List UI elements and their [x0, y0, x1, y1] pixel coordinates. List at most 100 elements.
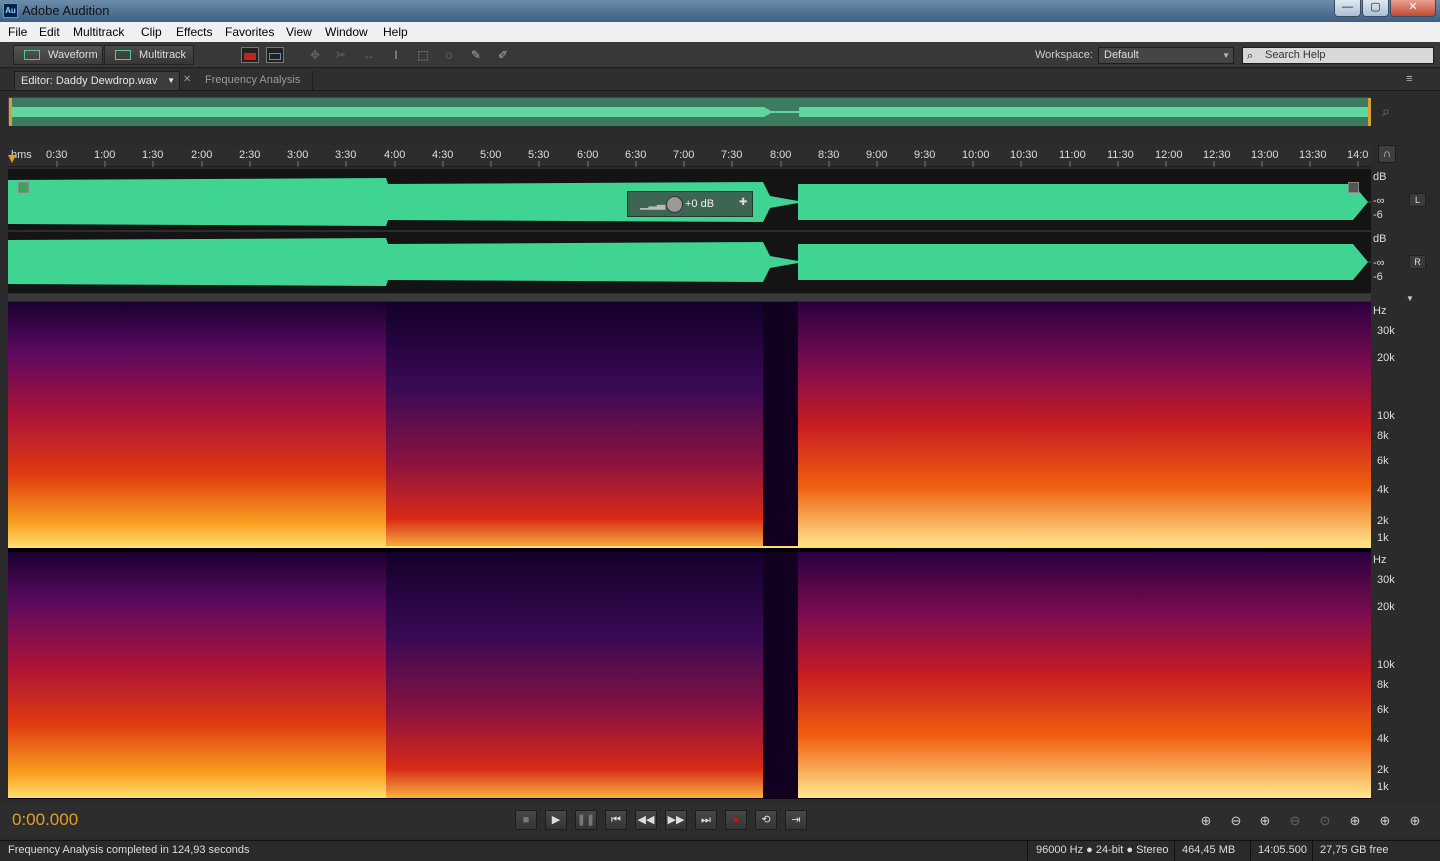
menu-favorites[interactable]: Favorites: [225, 25, 274, 39]
freq-tick: 30k: [1377, 325, 1395, 337]
zoom-in-at-end-icon[interactable]: ⊕: [1375, 812, 1395, 830]
lasso-tool-icon[interactable]: ◌: [440, 47, 458, 63]
spot-healing-tool-icon[interactable]: ✐: [494, 47, 512, 63]
zoom-in-time-icon[interactable]: ⊕: [1255, 812, 1275, 830]
chevron-down-icon[interactable]: ▼: [1406, 294, 1414, 303]
menu-window[interactable]: Window: [325, 25, 368, 39]
workspace-value: Default: [1104, 49, 1139, 61]
search-placeholder: Search Help: [1265, 49, 1326, 61]
search-help-input[interactable]: ⌕ Search Help: [1242, 47, 1434, 64]
skip-selection-button[interactable]: ⇥: [785, 810, 807, 830]
panel-tab-bar: Editor: Daddy Dewdrop.wav ▼ ✕ Frequency …: [0, 69, 1440, 91]
splitter-handle[interactable]: [8, 294, 1371, 301]
multitrack-view-button[interactable]: Multitrack: [104, 45, 194, 65]
play-button[interactable]: ▶: [545, 810, 567, 830]
db-inf-label: -∞: [1373, 257, 1385, 269]
level-meter-icon: ▁▂▃: [640, 198, 666, 210]
right-channel-toggle[interactable]: R: [1409, 255, 1426, 269]
hud-gain-value: +0 dB: [685, 198, 715, 210]
freq-tick: 10k: [1377, 410, 1395, 422]
close-tab-icon[interactable]: ✕: [183, 74, 191, 85]
fade-out-handle-icon[interactable]: [1348, 182, 1359, 193]
chevron-down-icon[interactable]: ▼: [167, 72, 175, 90]
timecode-display[interactable]: 0:00.000: [12, 810, 78, 830]
status-divider: [1250, 841, 1251, 861]
freq-tick: 20k: [1377, 601, 1395, 613]
pause-button[interactable]: ❚❚: [575, 810, 597, 830]
time-ruler[interactable]: hms 0:30 1:00 1:30 2:00 2:30 3:00 3:30 4…: [8, 145, 1370, 167]
zoom-out-full-icon[interactable]: ⊙: [1315, 812, 1335, 830]
freq-tick: 8k: [1377, 430, 1389, 442]
status-disk-free: 27,75 GB free: [1320, 844, 1389, 856]
freq-tick: 2k: [1377, 764, 1389, 776]
maximize-button[interactable]: ▢: [1362, 0, 1389, 17]
volume-knob-icon[interactable]: [666, 196, 683, 213]
search-icon: ⌕: [1247, 50, 1254, 62]
db-minus6-label: -6: [1373, 271, 1383, 283]
skip-to-start-button[interactable]: ⏮: [605, 810, 627, 830]
status-bar: Frequency Analysis completed in 124,93 s…: [0, 840, 1440, 861]
move-tool-icon[interactable]: ✥: [306, 47, 324, 63]
multitrack-label: Multitrack: [139, 49, 187, 61]
brush-tool-icon[interactable]: ✎: [467, 47, 485, 63]
slip-tool-icon[interactable]: ↔: [360, 47, 378, 63]
zoom-overview-icon[interactable]: ⌕: [1382, 103, 1390, 120]
close-button[interactable]: ✕: [1390, 0, 1436, 17]
panel-menu-icon[interactable]: ≡: [1406, 73, 1412, 85]
spectral-frequency-display-button[interactable]: [241, 47, 259, 63]
overview-waveform-graphic: [9, 98, 1371, 126]
menu-file[interactable]: File: [8, 25, 27, 39]
multitrack-icon: [115, 50, 131, 60]
skip-to-end-button[interactable]: ⏭: [695, 810, 717, 830]
razor-tool-icon[interactable]: ✂: [332, 47, 350, 63]
menu-multitrack[interactable]: Multitrack: [73, 25, 124, 39]
hz-label: Hz: [1373, 305, 1387, 317]
status-divider: [1174, 841, 1175, 861]
tab-frequency-analysis[interactable]: Frequency Analysis: [199, 71, 313, 91]
fade-in-handle-icon[interactable]: [18, 182, 29, 193]
rewind-button[interactable]: ◀◀: [635, 810, 657, 830]
menu-effects[interactable]: Effects: [176, 25, 212, 39]
zoom-in-at-start-icon[interactable]: ⊕: [1345, 812, 1365, 830]
right-spectrogram[interactable]: [8, 552, 1371, 798]
hud-volume[interactable]: ▁▂▃ +0 dB ✚: [627, 191, 753, 217]
snap-headphones-icon[interactable]: ∩: [1378, 145, 1396, 163]
status-format: 96000 Hz ● 24-bit ● Stereo: [1036, 844, 1169, 856]
waveform-overview[interactable]: [8, 97, 1371, 126]
time-selection-tool-icon[interactable]: I: [387, 47, 405, 63]
menu-view[interactable]: View: [286, 25, 312, 39]
zoom-out-time-icon[interactable]: ⊖: [1285, 812, 1305, 830]
left-spectrogram[interactable]: [8, 302, 1371, 548]
pin-icon[interactable]: ✚: [739, 197, 747, 208]
waveform-display[interactable]: ▁▂▃ +0 dB ✚: [8, 169, 1371, 293]
freq-tick: 2k: [1377, 515, 1389, 527]
zoom-out-amplitude-icon[interactable]: ⊖: [1226, 812, 1246, 830]
tab-editor[interactable]: Editor: Daddy Dewdrop.wav ▼: [14, 71, 180, 91]
left-channel-toggle[interactable]: L: [1409, 193, 1426, 207]
record-button[interactable]: ●: [725, 810, 747, 830]
freq-tick: 8k: [1377, 679, 1389, 691]
hz-label: Hz: [1373, 554, 1387, 566]
zoom-in-amplitude-icon[interactable]: ⊕: [1196, 812, 1216, 830]
menu-clip[interactable]: Clip: [141, 25, 162, 39]
freq-tick: 6k: [1377, 455, 1389, 467]
waveform-view-button[interactable]: Waveform: [13, 45, 103, 65]
chevron-down-icon: ▼: [1222, 51, 1230, 60]
menu-edit[interactable]: Edit: [39, 25, 60, 39]
marquee-tool-icon[interactable]: ⬚: [414, 47, 432, 63]
minimize-button[interactable]: —: [1334, 0, 1361, 17]
spectral-display[interactable]: [8, 302, 1371, 799]
stop-button[interactable]: ■: [515, 810, 537, 830]
menu-help[interactable]: Help: [383, 25, 408, 39]
freq-tick: 10k: [1377, 659, 1395, 671]
right-spectrogram-graphic: [8, 552, 1371, 798]
loop-playback-button[interactable]: ⟲: [755, 810, 777, 830]
right-channel-waveform[interactable]: [8, 232, 1371, 292]
freq-tick: 1k: [1377, 781, 1389, 793]
freq-tick: 4k: [1377, 733, 1389, 745]
fast-forward-button[interactable]: ▶▶: [665, 810, 687, 830]
workspace-select[interactable]: Default ▼: [1098, 47, 1234, 64]
status-duration: 14:05.500: [1258, 844, 1307, 856]
spectral-pitch-display-button[interactable]: [266, 47, 284, 63]
zoom-to-selection-icon[interactable]: ⊕: [1405, 812, 1425, 830]
